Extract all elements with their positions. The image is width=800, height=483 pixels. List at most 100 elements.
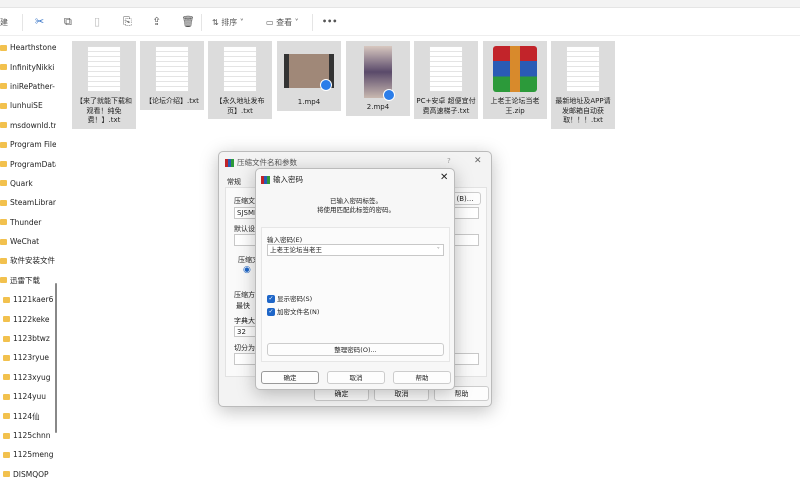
password-dialog: 输入密码 ✕ 已输入密码标签。 将使用匹配此标签的密码。 输入密码(E) 上老王…: [255, 168, 455, 390]
folder-icon: [0, 219, 7, 226]
sidebar-scrollbar[interactable]: [55, 283, 57, 433]
file-item[interactable]: 最新地址及APP请发邮箱自动获取！！！.txt: [551, 41, 615, 129]
video-thumbnail: [284, 54, 334, 91]
folder-label: SteamLibrary: [10, 198, 56, 208]
paste-icon[interactable]: ▯: [94, 15, 100, 28]
file-name: PC+安卓 超便宜付费高速梯子.txt: [416, 97, 476, 115]
sidebar-folder[interactable]: ProgramData: [0, 154, 56, 173]
folder-icon: [0, 277, 7, 284]
tab-general[interactable]: 常规: [227, 177, 241, 187]
sidebar-folder[interactable]: 软件安装文件: [0, 251, 56, 270]
file-item[interactable]: 【来了就能下载和观看！纯免费！】.txt: [72, 41, 136, 129]
sidebar-folder[interactable]: 1125meng: [0, 445, 56, 464]
sidebar-folder[interactable]: Program Files: [0, 135, 56, 154]
sidebar-folder[interactable]: 迅雷下载: [0, 271, 56, 290]
sidebar-folder[interactable]: 1123ryue: [0, 348, 56, 367]
sidebar-folder[interactable]: InfinityNikki: [0, 57, 56, 76]
chevron-down-icon[interactable]: ˅: [437, 245, 440, 256]
divider: [22, 14, 23, 31]
sidebar-folder[interactable]: msdownld.tmp: [0, 116, 56, 135]
file-name: 2.mp4: [366, 103, 390, 111]
rename-icon[interactable]: ⎘: [123, 15, 132, 29]
compression-select[interactable]: 最快: [236, 301, 250, 311]
file-item[interactable]: 【永久地址发布页】.txt: [208, 41, 272, 119]
sidebar-folder[interactable]: 1123btwz: [0, 329, 56, 348]
file-name: 上老王论坛当老王.zip: [490, 97, 540, 115]
sidebar-folder[interactable]: 1125chnn: [0, 426, 56, 445]
file-item[interactable]: 2.mp4: [346, 41, 410, 116]
share-icon[interactable]: ⇪: [152, 15, 161, 28]
sidebar-folder[interactable]: WeChat: [0, 232, 56, 251]
view-label: 查看: [276, 18, 293, 27]
close-icon[interactable]: ✕: [474, 156, 482, 166]
sidebar-folder[interactable]: DISMQOP: [0, 465, 56, 483]
folder-label: 1124仙: [13, 411, 40, 421]
folder-icon: [3, 354, 10, 361]
show-password-checkbox[interactable]: ✓ 显示密码(S): [267, 293, 312, 303]
cut-icon[interactable]: ✂: [35, 15, 44, 28]
help-button[interactable]: 帮助: [393, 371, 451, 384]
divider: [312, 14, 313, 31]
divider: [201, 14, 202, 31]
help-icon[interactable]: ?: [447, 157, 451, 165]
folder-icon: [0, 141, 7, 148]
sort-label: 排序: [221, 18, 238, 27]
sidebar-folder[interactable]: Thunder: [0, 213, 56, 232]
file-item[interactable]: PC+安卓 超便宜付费高速梯子.txt: [414, 41, 478, 119]
text-file-icon: [87, 46, 121, 92]
toolbar: 建 ✂ ⧉ ▯ ⎘ ⇪ 🗑 ⇅ 排序 ˅ ▭ 查看 ˅ •••: [0, 9, 800, 36]
encrypt-filenames-checkbox[interactable]: ✓ 加密文件名(N): [267, 306, 319, 316]
folder-label: Quark: [10, 178, 33, 188]
folder-icon: [0, 83, 7, 90]
sort-icon: ⇅: [212, 18, 222, 27]
folder-icon: [3, 316, 10, 323]
sidebar-folder[interactable]: iniRePather-: [0, 77, 56, 96]
sidebar-folder[interactable]: 1122keke: [0, 309, 56, 328]
info-line-2: 将使用匹配此标签的密码。: [317, 206, 395, 214]
folder-icon: [0, 199, 7, 206]
sidebar-folder[interactable]: 1121kaer6: [0, 290, 56, 309]
file-item[interactable]: 上老王论坛当老王.zip: [483, 41, 547, 119]
more-button[interactable]: •••: [322, 17, 337, 26]
sidebar-folder[interactable]: 1124yuu: [0, 387, 56, 406]
organize-passwords-button[interactable]: 整理密码(O)...: [267, 343, 444, 356]
password-label: 输入密码(E): [267, 236, 303, 244]
sidebar-folder[interactable]: 1124仙: [0, 406, 56, 425]
folder-label: 1122keke: [13, 314, 50, 324]
text-file-icon: [155, 46, 189, 92]
folder-icon: [0, 102, 7, 109]
file-item[interactable]: 1.mp4: [277, 41, 341, 111]
text-file-icon: [223, 46, 257, 92]
close-icon[interactable]: ✕: [440, 172, 448, 183]
cancel-button[interactable]: 取消: [327, 371, 385, 384]
folder-label: 1125chnn: [13, 431, 51, 440]
password-dialog-title: 输入密码: [261, 174, 303, 185]
sidebar-folder[interactable]: 1123xyug: [0, 368, 56, 387]
folder-icon: [0, 64, 7, 71]
ok-button[interactable]: 确定: [261, 371, 319, 384]
new-button[interactable]: 建: [0, 17, 8, 28]
folder-label: 1121kaer6: [13, 295, 54, 305]
sidebar-folder[interactable]: Hearthstone: [0, 38, 56, 57]
file-name: 【永久地址发布页】.txt: [215, 97, 265, 115]
folder-icon: [3, 296, 10, 303]
folder-icon: [0, 44, 7, 51]
file-name: 1.mp4: [297, 98, 321, 106]
folder-icon: [0, 180, 7, 187]
folder-label: WeChat: [10, 237, 40, 247]
password-input[interactable]: 上老王论坛当老王 ˅: [267, 244, 444, 256]
format-radio[interactable]: ◉: [243, 265, 251, 275]
sidebar-folder[interactable]: SteamLibrary: [0, 193, 56, 212]
folder-label: iniRePather-: [10, 81, 55, 91]
view-button[interactable]: ▭ 查看 ˅: [266, 17, 299, 28]
delete-icon[interactable]: 🗑: [181, 15, 195, 28]
sidebar-folder[interactable]: Quark: [0, 174, 56, 193]
folder-icon: [3, 471, 10, 478]
copy-icon[interactable]: ⧉: [64, 15, 72, 29]
text-file-icon: [566, 46, 600, 92]
sort-button[interactable]: ⇅ 排序 ˅: [212, 17, 244, 28]
video-thumbnail: [364, 46, 395, 101]
folder-icon: [3, 335, 10, 342]
file-item[interactable]: 【论坛介绍】.txt: [140, 41, 204, 110]
sidebar-folder[interactable]: lunhuiSE: [0, 96, 56, 115]
